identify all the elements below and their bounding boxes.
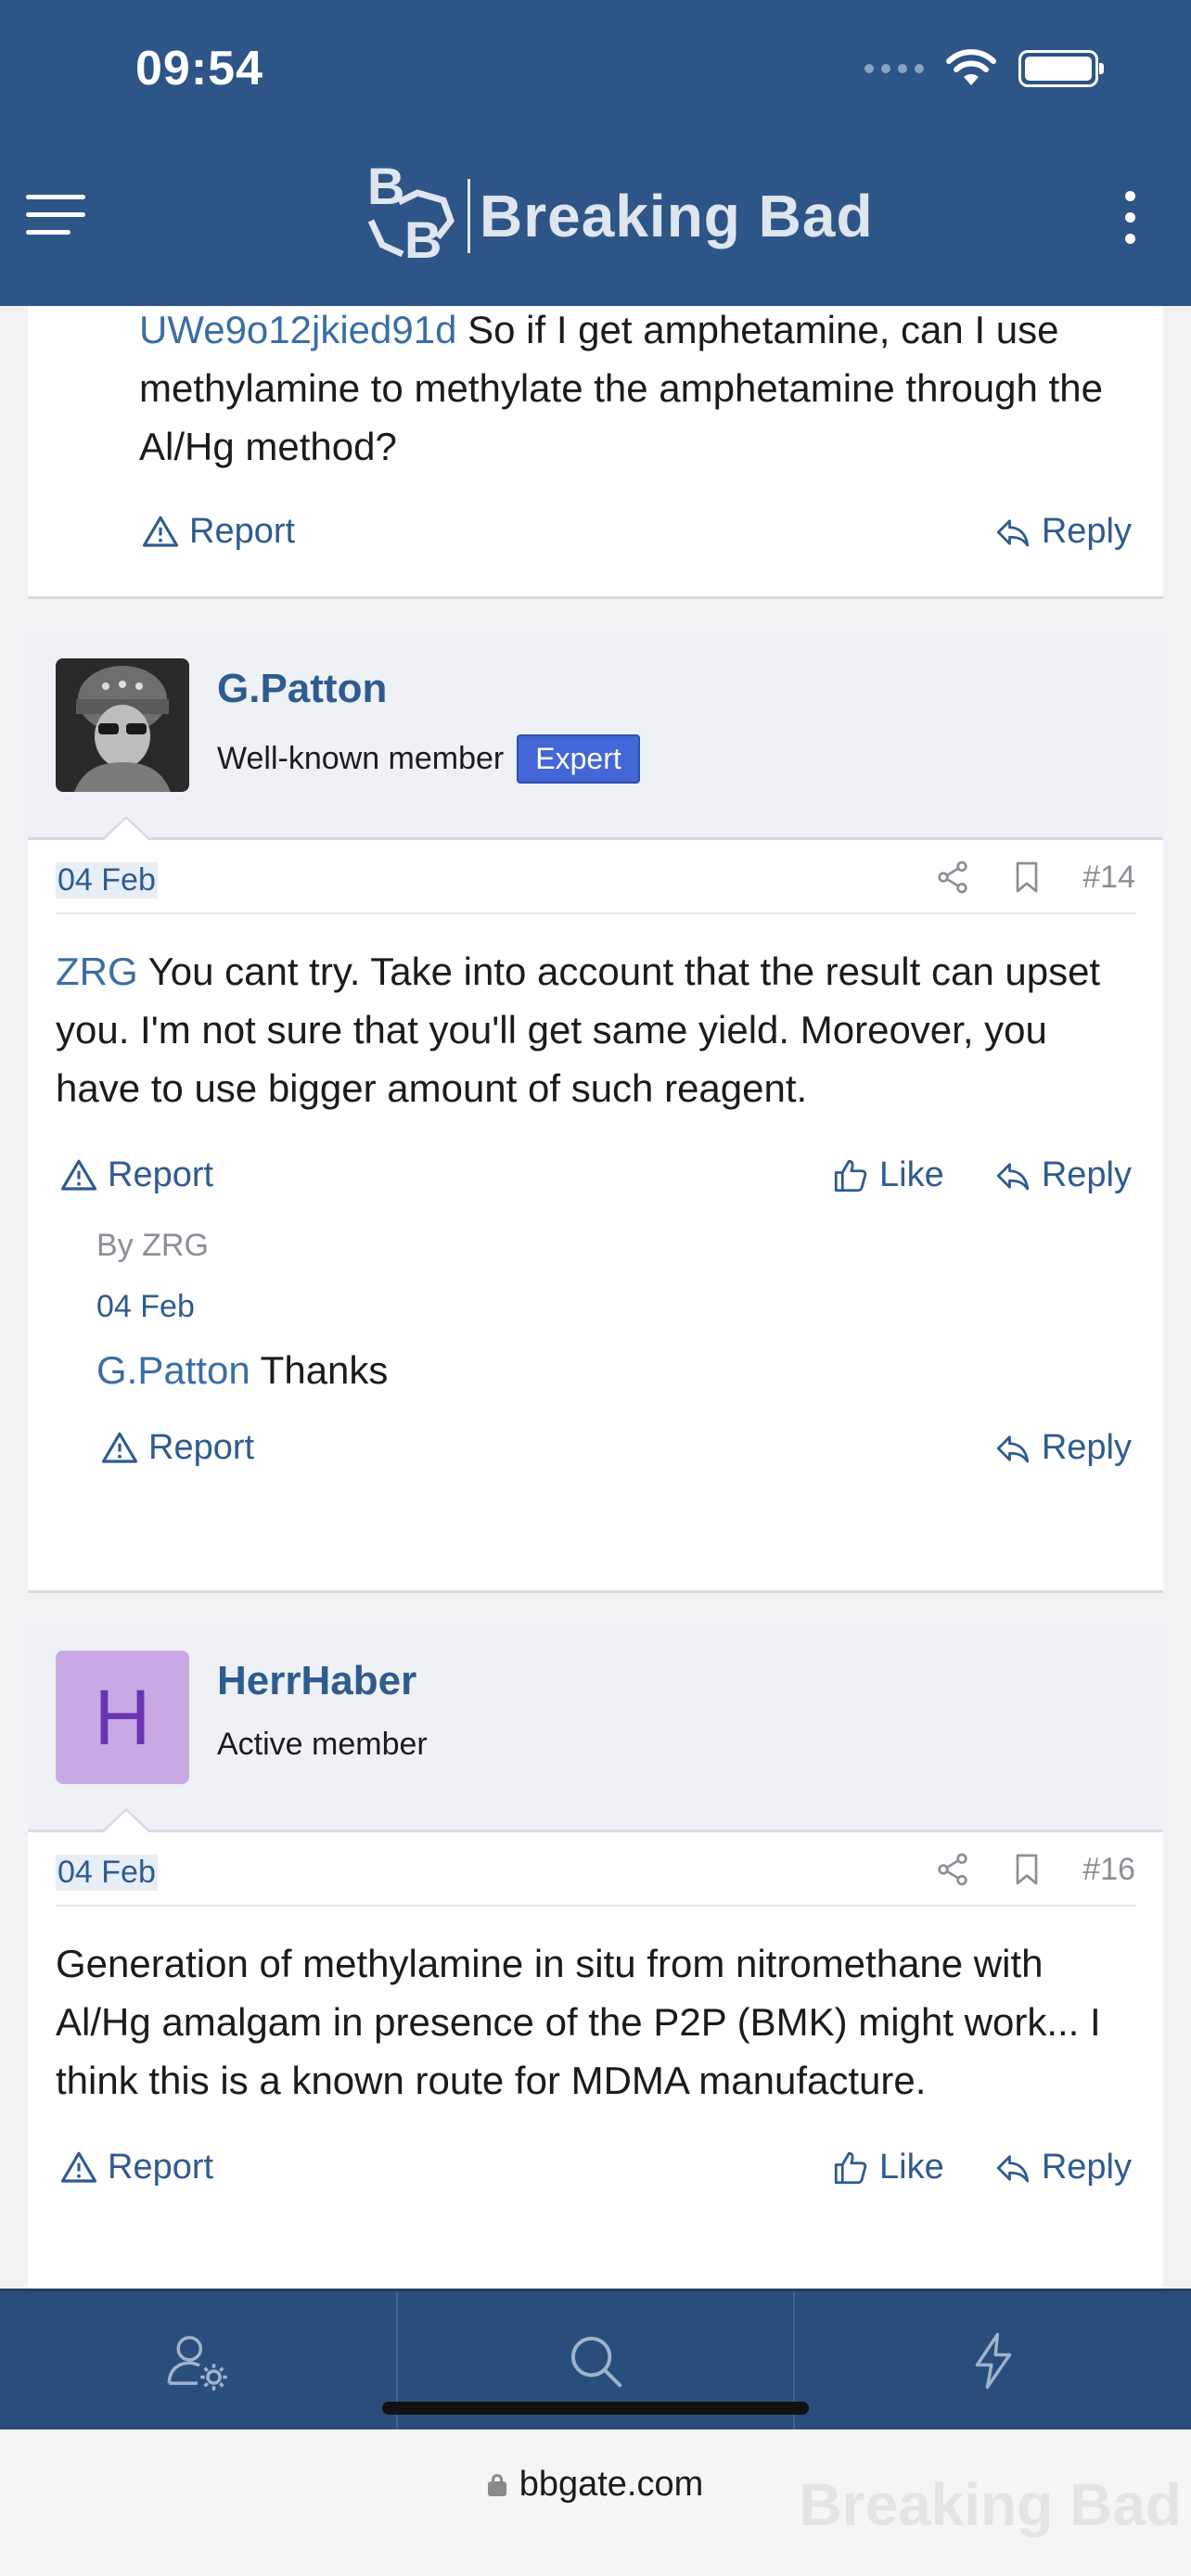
user-mention[interactable]: G.Patton — [96, 1348, 250, 1392]
like-button[interactable]: Like — [831, 2148, 944, 2187]
status-time: 09:54 — [135, 42, 263, 96]
warning-icon — [142, 516, 179, 547]
post-author-header: H HerrHaber Active member — [28, 1623, 1163, 1833]
user-title: Active member — [217, 1727, 428, 1762]
logo-mark: B B — [362, 156, 464, 276]
battery-icon — [1018, 50, 1104, 87]
avatar[interactable]: H — [56, 1651, 189, 1784]
watermark: Breaking Bad — [799, 2471, 1182, 2538]
user-settings-icon — [167, 2335, 228, 2391]
post-number[interactable]: #14 — [1082, 860, 1135, 896]
reply-button[interactable]: Reply — [993, 1155, 1132, 1195]
menu-icon[interactable] — [26, 195, 85, 236]
nav-account[interactable] — [0, 2291, 398, 2429]
bookmark-icon[interactable] — [1008, 1851, 1045, 1888]
home-indicator[interactable] — [382, 2402, 809, 2415]
post-meta: 04 Feb #14 — [56, 840, 1135, 914]
post-body: Generation of methylamine in situ from n… — [56, 1942, 1101, 2102]
thread-content: UWe9o12jkied91d So if I get amphetamine,… — [0, 306, 1191, 2289]
post-date[interactable]: 04 Feb — [56, 1855, 158, 1891]
avatar-letter: H — [94, 1673, 151, 1761]
comment-author: By ZRG — [96, 1228, 209, 1263]
reply-icon — [996, 2154, 1029, 2182]
comment-body: G.Patton Thanks — [96, 1348, 389, 1392]
comment-date[interactable]: 04 Feb — [96, 1289, 195, 1325]
post-meta: 04 Feb #16 — [56, 1832, 1135, 1906]
reply-button[interactable]: Reply — [993, 512, 1132, 552]
bookmark-icon[interactable] — [1008, 859, 1045, 896]
user-mention[interactable]: UWe9o12jkied91d — [139, 308, 456, 351]
report-button[interactable]: Report — [59, 2148, 213, 2187]
reply-icon — [996, 518, 1029, 546]
lock-icon — [487, 2473, 506, 2496]
reply-icon — [996, 1435, 1029, 1462]
post-number[interactable]: #16 — [1082, 1852, 1135, 1888]
reply-button[interactable]: Reply — [993, 1428, 1132, 1468]
post-author-header: G.Patton Well-known member Expert — [28, 631, 1163, 841]
share-icon[interactable] — [934, 1851, 971, 1888]
warning-icon — [60, 1159, 97, 1191]
post-card: H HerrHaber Active member 04 Feb #16 Gen… — [28, 1623, 1163, 2289]
post-card-previous: UWe9o12jkied91d So if I get amphetamine,… — [28, 306, 1163, 599]
avatar[interactable] — [56, 658, 189, 792]
reply-button[interactable]: Reply — [993, 2148, 1132, 2187]
warning-icon — [101, 1432, 138, 1463]
site-name: Breaking Bad — [480, 183, 874, 249]
thumbs-up-icon — [834, 1159, 867, 1192]
user-badge: Expert — [517, 734, 640, 784]
search-icon — [570, 2336, 622, 2387]
lightning-icon — [975, 2332, 1011, 2389]
wifi-icon — [946, 49, 996, 85]
cellular-signal-icon — [864, 64, 924, 73]
thumbs-up-icon — [834, 2151, 867, 2184]
like-button[interactable]: Like — [831, 1155, 944, 1195]
username[interactable]: G.Patton — [217, 666, 387, 712]
url-text: bbgate.com — [519, 2465, 704, 2504]
browser-url-bar[interactable]: bbgate.com Breaking Bad — [0, 2429, 1191, 2576]
nav-whats-new[interactable] — [795, 2291, 1191, 2429]
site-logo[interactable]: B B Breaking Bad — [362, 156, 874, 276]
user-title: Well-known member Expert — [217, 734, 640, 784]
post-body: ZRG You cant try. Take into account that… — [56, 950, 1101, 1110]
share-icon[interactable] — [934, 859, 971, 896]
report-button[interactable]: Report — [59, 1155, 213, 1195]
app-header: 09:54 B B Breaking Bad — [0, 0, 1191, 306]
username[interactable]: HerrHaber — [217, 1658, 416, 1704]
post-body: UWe9o12jkied91d So if I get amphetamine,… — [139, 308, 1103, 468]
report-button[interactable]: Report — [100, 1428, 254, 1468]
report-button[interactable]: Report — [141, 512, 295, 552]
warning-icon — [60, 2151, 97, 2183]
reply-icon — [996, 1162, 1029, 1190]
post-date[interactable]: 04 Feb — [56, 862, 158, 899]
post-card: G.Patton Well-known member Expert 04 Feb… — [28, 631, 1163, 1593]
more-options-icon[interactable] — [1125, 191, 1135, 244]
user-mention[interactable]: ZRG — [56, 950, 138, 993]
status-icons — [864, 48, 1104, 89]
